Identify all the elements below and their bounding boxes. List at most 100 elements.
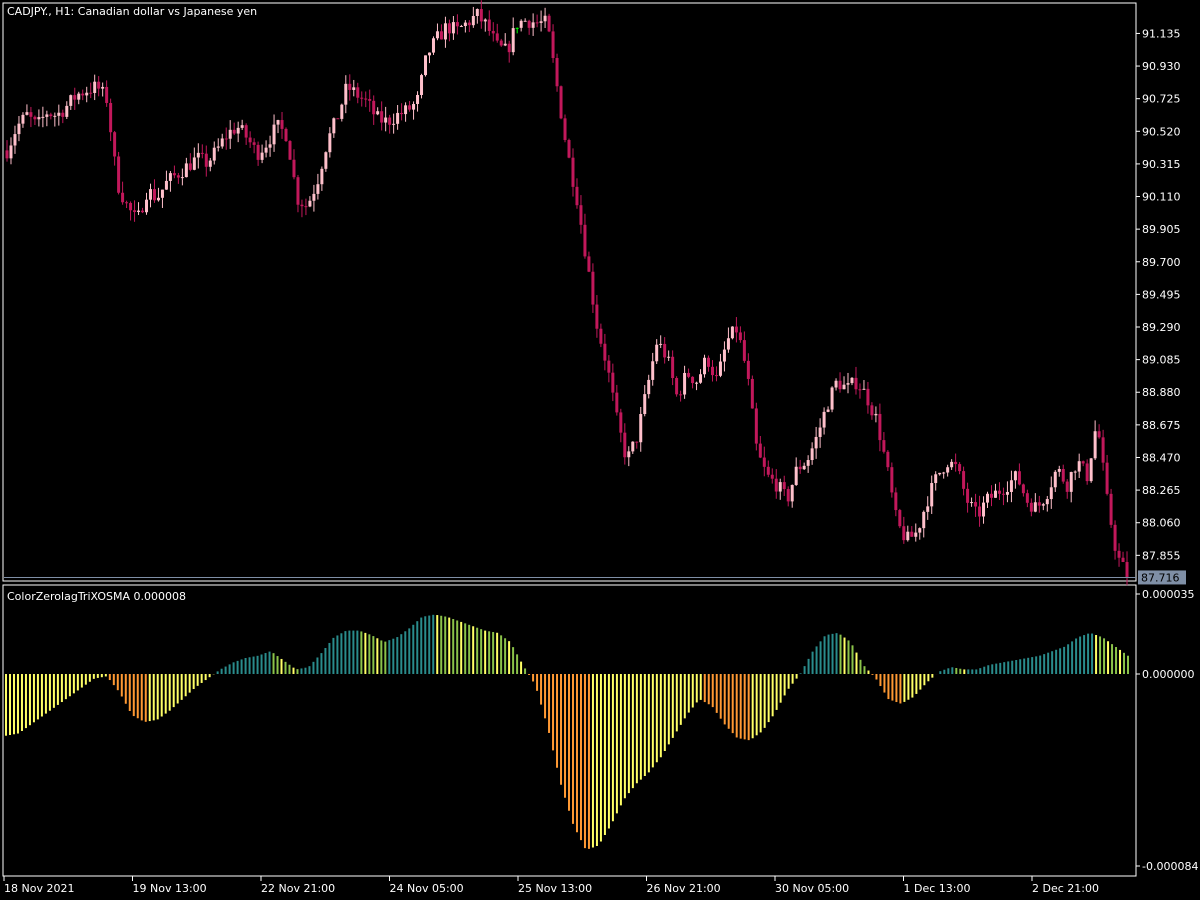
candle-body xyxy=(643,394,647,414)
candle-body xyxy=(471,15,475,26)
candle-body xyxy=(1093,431,1097,459)
candle-body xyxy=(619,412,623,433)
candle-body xyxy=(591,271,595,305)
candle-body xyxy=(798,466,802,470)
candle-body xyxy=(571,157,575,187)
candle-body xyxy=(29,112,33,117)
candle-body xyxy=(583,224,587,257)
candle-body xyxy=(431,38,435,53)
candle-body xyxy=(914,532,918,537)
candle-body xyxy=(164,180,168,190)
candle-body xyxy=(894,492,898,511)
candle-body xyxy=(332,118,336,134)
candle-body xyxy=(380,111,384,123)
candle-body xyxy=(160,189,164,198)
candle-body xyxy=(1033,502,1037,512)
candle-body xyxy=(49,114,53,117)
candle-body xyxy=(41,116,45,118)
candle-body xyxy=(256,144,260,160)
candle-body xyxy=(886,451,890,468)
candle-body xyxy=(276,120,280,125)
candle-body xyxy=(296,177,300,205)
candle-body xyxy=(754,408,758,444)
candle-body xyxy=(603,343,607,361)
candle-body xyxy=(244,125,248,138)
candle-body xyxy=(714,375,718,377)
candle-body xyxy=(499,40,503,46)
candle-body xyxy=(910,531,914,537)
osc-tick-label: -0.000084 xyxy=(1142,860,1198,873)
candle-body xyxy=(878,413,882,441)
candle-body xyxy=(232,129,236,134)
candle-body xyxy=(1057,468,1061,472)
symbol-title: CADJPY., H1: Canadian dollar vs Japanese… xyxy=(7,5,257,18)
candle-body xyxy=(73,95,77,100)
candle-body xyxy=(109,102,113,133)
candle-body xyxy=(156,197,160,201)
candle-body xyxy=(810,448,814,461)
candle-body xyxy=(1069,472,1073,492)
price-tick-label: 87.855 xyxy=(1142,549,1181,562)
candle-body xyxy=(926,506,930,512)
candle-body xyxy=(443,23,447,40)
candle-body xyxy=(1029,502,1033,512)
candle-body xyxy=(930,483,934,507)
candle-body xyxy=(902,526,906,541)
candle-body xyxy=(1073,471,1077,473)
candle-body xyxy=(862,388,866,390)
candle-body xyxy=(631,441,635,452)
candle-body xyxy=(495,33,499,41)
candle-body xyxy=(962,471,966,489)
candle-body xyxy=(1013,471,1017,481)
candle-body xyxy=(252,142,256,145)
candle-body xyxy=(1001,493,1005,495)
candle-body xyxy=(826,409,830,412)
candle-body xyxy=(1005,491,1009,495)
candle-body xyxy=(507,43,511,53)
candle-body xyxy=(459,26,463,28)
candle-body xyxy=(188,163,192,170)
candle-body xyxy=(635,441,639,443)
candle-body xyxy=(718,361,722,376)
candle-body xyxy=(57,112,61,116)
candle-body xyxy=(519,20,523,28)
price-tick-label: 90.315 xyxy=(1142,158,1181,171)
candle-body xyxy=(352,87,356,90)
time-tick-label: 25 Nov 13:00 xyxy=(518,882,592,895)
candle-body xyxy=(615,392,619,413)
price-tick-label: 90.520 xyxy=(1142,125,1181,138)
price-tick-label: 88.675 xyxy=(1142,419,1181,432)
candle-body xyxy=(176,175,180,178)
price-tick-label: 90.110 xyxy=(1142,191,1181,204)
candle-body xyxy=(587,256,591,272)
candle-body xyxy=(264,147,268,153)
price-tick-label: 88.060 xyxy=(1142,517,1181,530)
candle-body xyxy=(288,141,292,160)
candle-body xyxy=(858,389,862,391)
time-tick-label: 26 Nov 21:00 xyxy=(647,882,721,895)
candle-body xyxy=(427,52,431,56)
candle-body xyxy=(400,112,404,115)
candle-body xyxy=(993,490,997,498)
candle-body xyxy=(758,443,762,458)
candle-body xyxy=(81,93,85,96)
candle-body xyxy=(1009,480,1013,492)
price-tick-label: 90.725 xyxy=(1142,93,1181,106)
candle-body xyxy=(1021,484,1025,494)
candle-body xyxy=(710,366,714,376)
candle-body xyxy=(997,490,1001,494)
osc-tick-label: 0.000000 xyxy=(1142,668,1195,681)
candle-body xyxy=(25,112,29,115)
candle-body xyxy=(1109,493,1113,525)
candle-body xyxy=(212,147,216,161)
candle-body xyxy=(627,451,631,458)
candle-body xyxy=(838,380,842,390)
candle-body xyxy=(368,99,372,101)
candle-body xyxy=(272,124,276,145)
candle-body xyxy=(750,378,754,409)
candle-body xyxy=(958,464,962,472)
price-tick-label: 90.930 xyxy=(1142,60,1181,73)
candle-body xyxy=(1085,463,1089,482)
candle-body xyxy=(491,30,495,34)
candle-body xyxy=(679,394,683,396)
